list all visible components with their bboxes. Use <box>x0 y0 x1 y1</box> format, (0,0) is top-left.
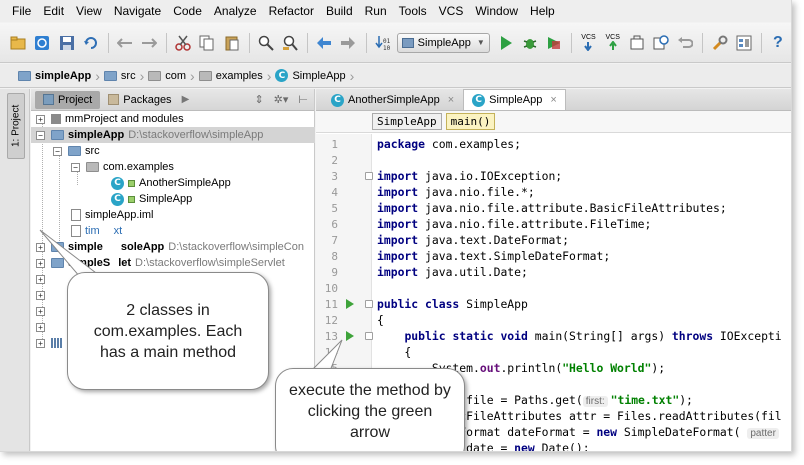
callout-execute-note: execute the method by clicking the green… <box>275 368 465 451</box>
ide-window: File Edit View Navigate Code Analyze Ref… <box>0 0 792 452</box>
callout-classes-note: 2 classes in com.examples. Each has a ma… <box>67 272 269 390</box>
